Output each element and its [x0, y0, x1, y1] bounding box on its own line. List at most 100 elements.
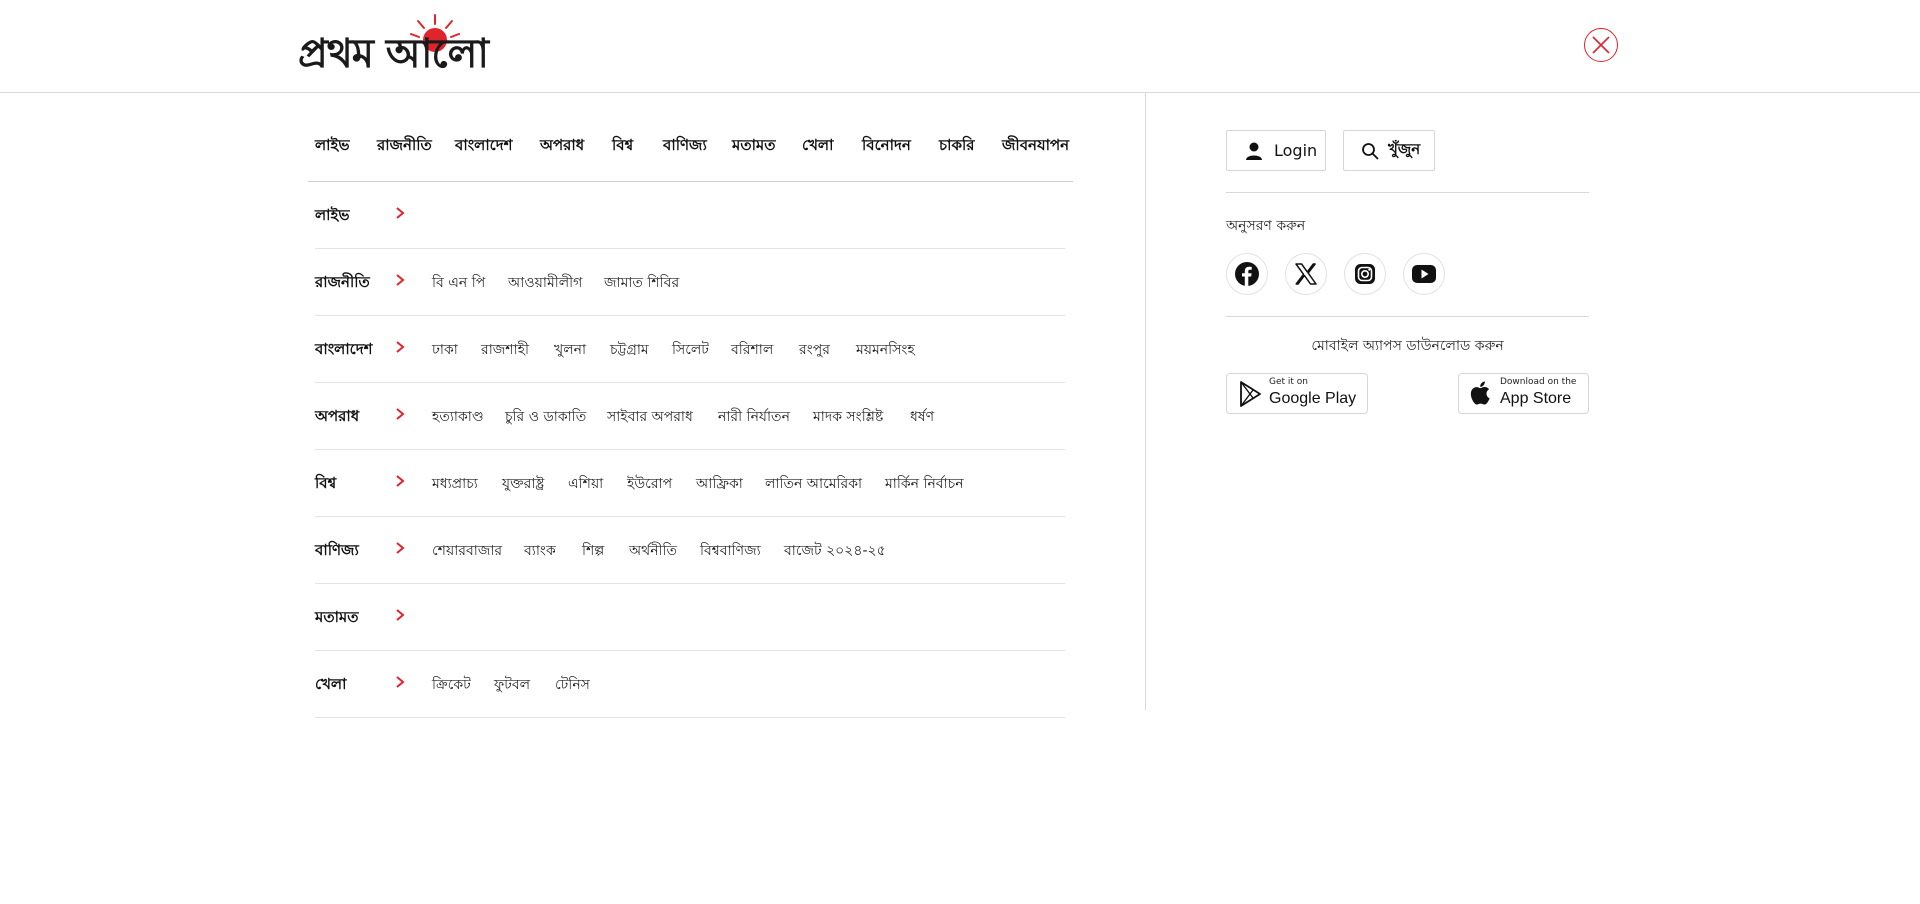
facebook-button[interactable]	[1226, 253, 1268, 295]
sub-link[interactable]: শেয়ারবাজার	[432, 539, 502, 563]
nav-politics[interactable]: রাজনীতি	[377, 134, 432, 159]
section-row-politics: রাজনীতি বি এন পি আওয়ামীলীগ জামাত শিবির	[315, 249, 1065, 316]
chevron-right-icon[interactable]	[393, 273, 407, 287]
instagram-button[interactable]	[1344, 253, 1386, 295]
section-row-sports: খেলা ক্রিকেট ফুটবল টেনিস	[315, 651, 1065, 718]
sub-link[interactable]: লাতিন আমেরিকা	[765, 472, 862, 496]
chevron-right-icon[interactable]	[393, 340, 407, 354]
login-label: Login	[1274, 141, 1318, 160]
section-row-business: বাণিজ্য শেয়ারবাজার ব্যাংক শিল্প অর্থনীত…	[315, 517, 1065, 584]
vertical-divider	[1145, 93, 1146, 710]
sub-link[interactable]: শিল্প	[582, 539, 604, 563]
google-play-small: Get it on	[1269, 377, 1309, 387]
divider	[1226, 316, 1589, 317]
section-row-live: লাইভ	[315, 182, 1065, 249]
google-play-big: Google Play	[1269, 390, 1357, 407]
nav-business[interactable]: বাণিজ্য	[663, 134, 707, 159]
sub-link[interactable]: বিশ্ববাণিজ্য	[700, 539, 761, 563]
chevron-right-icon[interactable]	[393, 407, 407, 421]
sub-link[interactable]: রংপুর	[799, 338, 830, 362]
sub-link[interactable]: জামাত শিবির	[604, 271, 679, 295]
sub-link[interactable]: মার্কিন নির্বাচন	[885, 472, 964, 496]
sub-link[interactable]: ক্রিকেট	[432, 673, 471, 697]
sub-link[interactable]: টেনিস	[555, 673, 590, 697]
sub-link[interactable]: বরিশাল	[731, 338, 773, 362]
sub-link[interactable]: মধ্যপ্রাচ্য	[432, 472, 478, 496]
app-store-small: Download on the	[1500, 377, 1577, 387]
sub-link[interactable]: যুক্তরাষ্ট্র	[502, 472, 544, 496]
sub-link[interactable]: ময়মনসিংহ	[856, 338, 915, 362]
nav-lifestyle[interactable]: জীবনযাপন	[1002, 134, 1069, 159]
sub-link[interactable]: আওয়ামীলীগ	[508, 271, 582, 295]
section-label-crime[interactable]: অপরাধ	[315, 405, 359, 430]
facebook-icon	[1235, 262, 1259, 286]
sub-link[interactable]: ঢাকা	[432, 338, 458, 362]
sub-link[interactable]: এশিয়া	[568, 472, 603, 496]
logo-text: প্রথম আলো	[298, 30, 489, 77]
site-logo[interactable]: প্রথম আলো	[298, 10, 573, 80]
sub-link[interactable]: অর্থনীতি	[629, 539, 677, 563]
nav-live[interactable]: লাইভ	[315, 134, 350, 159]
section-label-sports[interactable]: খেলা	[315, 673, 346, 698]
instagram-icon	[1355, 264, 1375, 284]
search-button[interactable]: খুঁজুন	[1343, 130, 1435, 171]
section-row-crime: অপরাধ হত্যাকাণ্ড চুরি ও ডাকাতি সাইবার অপ…	[315, 383, 1065, 450]
x-icon	[1295, 263, 1317, 285]
sub-link[interactable]: ফুটবল	[494, 673, 530, 697]
sub-link[interactable]: সাইবার অপরাধ	[607, 405, 693, 429]
nav-entertainment[interactable]: বিনোদন	[862, 134, 911, 159]
chevron-right-icon[interactable]	[393, 206, 407, 220]
sub-link[interactable]: চট্টগ্রাম	[610, 338, 649, 362]
nav-bangladesh[interactable]: বাংলাদেশ	[455, 134, 512, 159]
section-list: লাইভ রাজনীতি বি এন পি আওয়ামীলীগ জামাত শ…	[315, 182, 1065, 718]
sub-link[interactable]: ধর্ষণ	[910, 405, 934, 429]
divider	[1226, 192, 1589, 193]
nav-crime[interactable]: অপরাধ	[540, 134, 584, 159]
x-button[interactable]	[1285, 253, 1327, 295]
youtube-icon	[1412, 265, 1436, 283]
section-row-opinion: মতামত	[315, 584, 1065, 651]
section-label-opinion[interactable]: মতামত	[315, 606, 359, 631]
nav-world[interactable]: বিশ্ব	[612, 134, 633, 159]
chevron-right-icon[interactable]	[393, 474, 407, 488]
close-button[interactable]	[1584, 28, 1618, 62]
section-label-live[interactable]: লাইভ	[315, 204, 350, 229]
section-label-bangladesh[interactable]: বাংলাদেশ	[315, 338, 372, 363]
app-store-big: App Store	[1500, 390, 1572, 407]
section-row-world: বিশ্ব মধ্যপ্রাচ্য যুক্তরাষ্ট্র এশিয়া ইউ…	[315, 450, 1065, 517]
apps-download-label: মোবাইল অ্যাপস ডাউনলোড করুন	[1311, 338, 1504, 354]
sub-link[interactable]: রাজশাহী	[481, 338, 529, 362]
nav-jobs[interactable]: চাকরি	[939, 134, 974, 159]
youtube-button[interactable]	[1403, 253, 1445, 295]
sub-link[interactable]: সিলেট	[672, 338, 709, 362]
nav-opinion[interactable]: মতামত	[732, 134, 776, 159]
top-navigation: লাইভ রাজনীতি বাংলাদেশ অপরাধ বিশ্ব বাণিজ্…	[308, 120, 1073, 182]
sub-link[interactable]: হত্যাকাণ্ড	[432, 405, 484, 429]
section-label-politics[interactable]: রাজনীতি	[315, 271, 370, 296]
section-label-world[interactable]: বিশ্ব	[315, 472, 336, 497]
sub-link[interactable]: খুলনা	[554, 338, 586, 362]
google-play-icon	[1240, 381, 1261, 407]
sub-link[interactable]: মাদক সংশ্লিষ্ট	[813, 405, 883, 429]
chevron-right-icon[interactable]	[393, 675, 407, 689]
sub-link[interactable]: বি এন পি	[432, 271, 485, 295]
apple-icon	[1470, 381, 1490, 405]
section-label-business[interactable]: বাণিজ্য	[315, 539, 359, 564]
site-header: প্রথম আলো	[0, 0, 1920, 93]
sub-link[interactable]: আফ্রিকা	[696, 472, 743, 496]
chevron-right-icon[interactable]	[393, 541, 407, 555]
nav-sports[interactable]: খেলা	[802, 134, 833, 159]
user-icon	[1246, 142, 1262, 160]
sub-link[interactable]: বাজেট ২০২৪-২৫	[784, 539, 886, 563]
sub-link[interactable]: নারী নির্যাতন	[718, 405, 790, 429]
follow-label: অনুসরণ করুন	[1226, 218, 1306, 234]
chevron-right-icon[interactable]	[393, 608, 407, 622]
app-store-button[interactable]: Download on the App Store	[1458, 373, 1589, 414]
sub-link[interactable]: চুরি ও ডাকাতি	[505, 405, 586, 429]
sub-link[interactable]: ইউরোপ	[627, 472, 672, 496]
login-button[interactable]: Login	[1226, 130, 1326, 171]
google-play-button[interactable]: Get it on Google Play	[1226, 373, 1368, 414]
sub-link[interactable]: ব্যাংক	[524, 539, 556, 563]
search-icon	[1362, 142, 1379, 159]
section-row-bangladesh: বাংলাদেশ ঢাকা রাজশাহী খুলনা চট্টগ্রাম সি…	[315, 316, 1065, 383]
